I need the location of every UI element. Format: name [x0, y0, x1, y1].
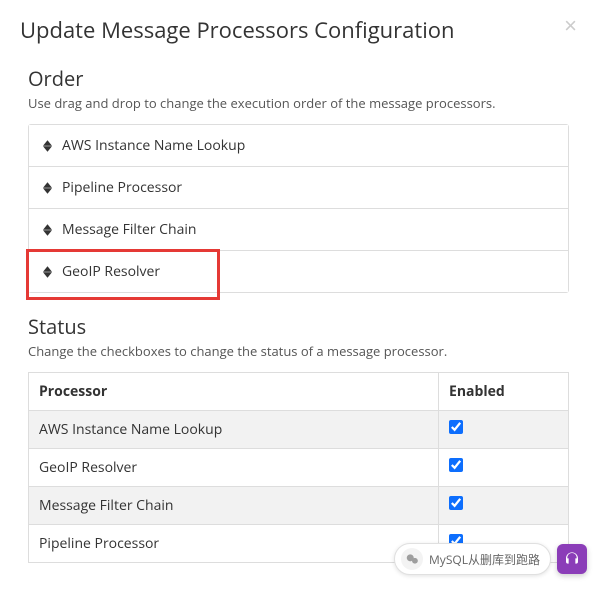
table-row: GeoIP Resolver	[29, 449, 569, 487]
processor-cell: Pipeline Processor	[29, 525, 439, 563]
column-header-processor: Processor	[29, 373, 439, 411]
order-section: Order Use drag and drop to change the ex…	[20, 65, 577, 293]
assistant-button[interactable]	[557, 544, 587, 574]
order-item-label: AWS Instance Name Lookup	[62, 136, 245, 155]
order-item-label: GeoIP Resolver	[62, 262, 160, 281]
processor-cell: AWS Instance Name Lookup	[29, 411, 439, 449]
headset-icon	[564, 551, 580, 567]
status-description: Change the checkboxes to change the stat…	[28, 342, 569, 360]
drag-handle-icon	[43, 266, 52, 278]
close-button[interactable]: ×	[564, 15, 577, 37]
enabled-cell	[439, 449, 569, 487]
footer-widget: MySQL从删库到跑路	[394, 543, 587, 575]
modal-dialog: Update Message Processors Configuration …	[0, 0, 597, 598]
drag-handle-icon	[43, 140, 52, 152]
order-item[interactable]: Message Filter Chain	[29, 209, 568, 251]
processor-cell: Message Filter Chain	[29, 487, 439, 525]
wechat-icon	[401, 548, 423, 570]
order-item[interactable]: AWS Instance Name Lookup	[29, 125, 568, 167]
enabled-checkbox[interactable]	[449, 496, 463, 510]
status-section: Status Change the checkboxes to change t…	[20, 313, 577, 563]
enabled-checkbox[interactable]	[449, 420, 463, 434]
wechat-label: MySQL从删库到跑路	[429, 551, 540, 568]
column-header-enabled: Enabled	[439, 373, 569, 411]
status-title: Status	[28, 313, 569, 340]
order-item-label: Pipeline Processor	[62, 178, 182, 197]
table-row: Message Filter Chain	[29, 487, 569, 525]
drag-handle-icon	[43, 182, 52, 194]
enabled-checkbox[interactable]	[449, 458, 463, 472]
status-table: Processor Enabled AWS Instance Name Look…	[28, 372, 569, 563]
modal-title: Update Message Processors Configuration	[20, 15, 455, 45]
order-item-label: Message Filter Chain	[62, 220, 196, 239]
processor-cell: GeoIP Resolver	[29, 449, 439, 487]
order-title: Order	[28, 65, 569, 92]
enabled-cell	[439, 487, 569, 525]
enabled-cell	[439, 411, 569, 449]
order-list: AWS Instance Name Lookup Pipeline Process…	[28, 124, 569, 293]
order-item[interactable]: GeoIP Resolver	[29, 251, 568, 292]
order-description: Use drag and drop to change the executio…	[28, 94, 569, 112]
drag-handle-icon	[43, 224, 52, 236]
modal-header: Update Message Processors Configuration …	[20, 15, 577, 45]
table-row: AWS Instance Name Lookup	[29, 411, 569, 449]
wechat-bubble[interactable]: MySQL从删库到跑路	[394, 543, 551, 575]
order-item[interactable]: Pipeline Processor	[29, 167, 568, 209]
